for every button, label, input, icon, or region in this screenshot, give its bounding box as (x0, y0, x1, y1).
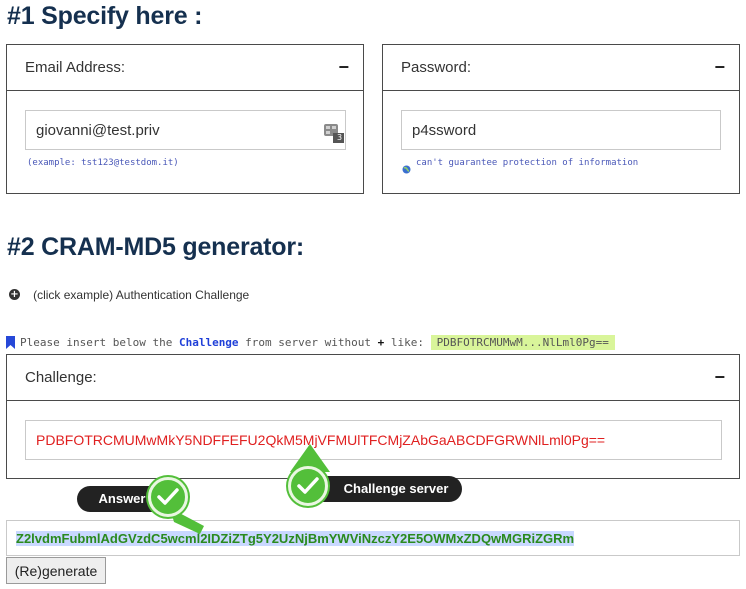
challenge-label: Challenge: (25, 369, 97, 386)
email-panel: Email Address: − giovanni@test.priv 3 (e… (6, 44, 364, 194)
collapse-icon[interactable]: − (714, 367, 725, 388)
challenge-panel: Challenge: − PDBFOTRCMUMwMkY5NDFFEFU2QkM… (6, 354, 740, 479)
password-label: Password: (401, 59, 472, 76)
plus-circle-icon: + (9, 289, 20, 300)
collapse-icon[interactable]: − (338, 57, 349, 78)
instruction-line: Please insert below the Challenge from s… (20, 335, 615, 350)
email-label: Email Address: (25, 59, 126, 76)
password-field[interactable]: p4ssword (401, 110, 721, 150)
email-hint: (example: tst123@testdom.it) (27, 158, 179, 168)
email-panel-header[interactable]: Email Address: − (7, 45, 363, 91)
challenge-check-icon (288, 466, 328, 506)
bookmark-icon (6, 334, 15, 349)
section2-heading: #2 CRAM-MD5 generator: (7, 233, 305, 261)
email-value: giovanni@test.priv (36, 122, 160, 139)
password-hint: can't guarantee protection of informatio… (416, 158, 639, 168)
email-field[interactable]: giovanni@test.priv (25, 110, 346, 150)
instruction-text: Please insert below the (20, 336, 179, 349)
answer-check-icon (148, 477, 188, 517)
globe-icon (402, 159, 411, 174)
regenerate-button[interactable]: (Re)generate (6, 557, 106, 584)
example-challenge[interactable]: PDBFOTRCMUMwM...NlLml0Pg== (430, 335, 615, 350)
instruction-challenge-word: Challenge (178, 336, 239, 349)
instruction-text: like: (384, 336, 431, 349)
answer-value: Z2lvdmFubmlAdGVzdC5wcml2IDZiZTg5Y2UzNjBm… (16, 531, 575, 546)
collapse-icon[interactable]: − (714, 57, 725, 78)
answer-field[interactable]: Z2lvdmFubmlAdGVzdC5wcml2IDZiZTg5Y2UzNjBm… (6, 520, 740, 556)
address-book-badge: 3 (337, 133, 343, 142)
challenge-panel-header[interactable]: Challenge: − (7, 355, 739, 401)
section1-heading: #1 Specify here : (7, 2, 203, 30)
instruction-text: from server without (238, 336, 378, 349)
example-toggle[interactable]: + (click example) Authentication Challen… (9, 284, 250, 302)
challenge-field[interactable]: PDBFOTRCMUMwMkY5NDFFEFU2QkM5MjVFMUlTFCMj… (25, 420, 722, 460)
example-toggle-label: (click example) Authentication Challenge (33, 287, 250, 302)
address-book-icon[interactable]: 3 (323, 122, 345, 144)
password-panel: Password: − p4ssword can't guarantee pro… (382, 44, 740, 194)
password-panel-header[interactable]: Password: − (383, 45, 739, 91)
password-value: p4ssword (412, 122, 477, 139)
